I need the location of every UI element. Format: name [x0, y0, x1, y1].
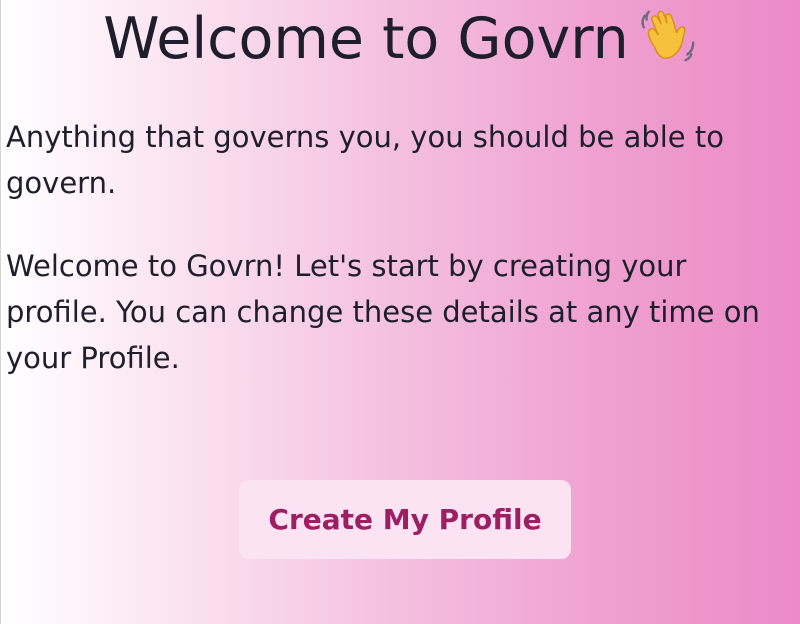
create-profile-button[interactable]: Create My Profile [239, 480, 571, 559]
waving-hand-icon [641, 10, 695, 62]
page-title-text: Welcome to Govrn [103, 6, 629, 72]
onboarding-panel: Welcome to Govrn Anything that governs y… [0, 0, 800, 624]
tagline-text: Anything that governs you, you should be… [6, 120, 724, 200]
page-title: Welcome to Govrn [1, 4, 800, 74]
intro-text: Welcome to Govrn! Let's start by creatin… [6, 249, 760, 375]
